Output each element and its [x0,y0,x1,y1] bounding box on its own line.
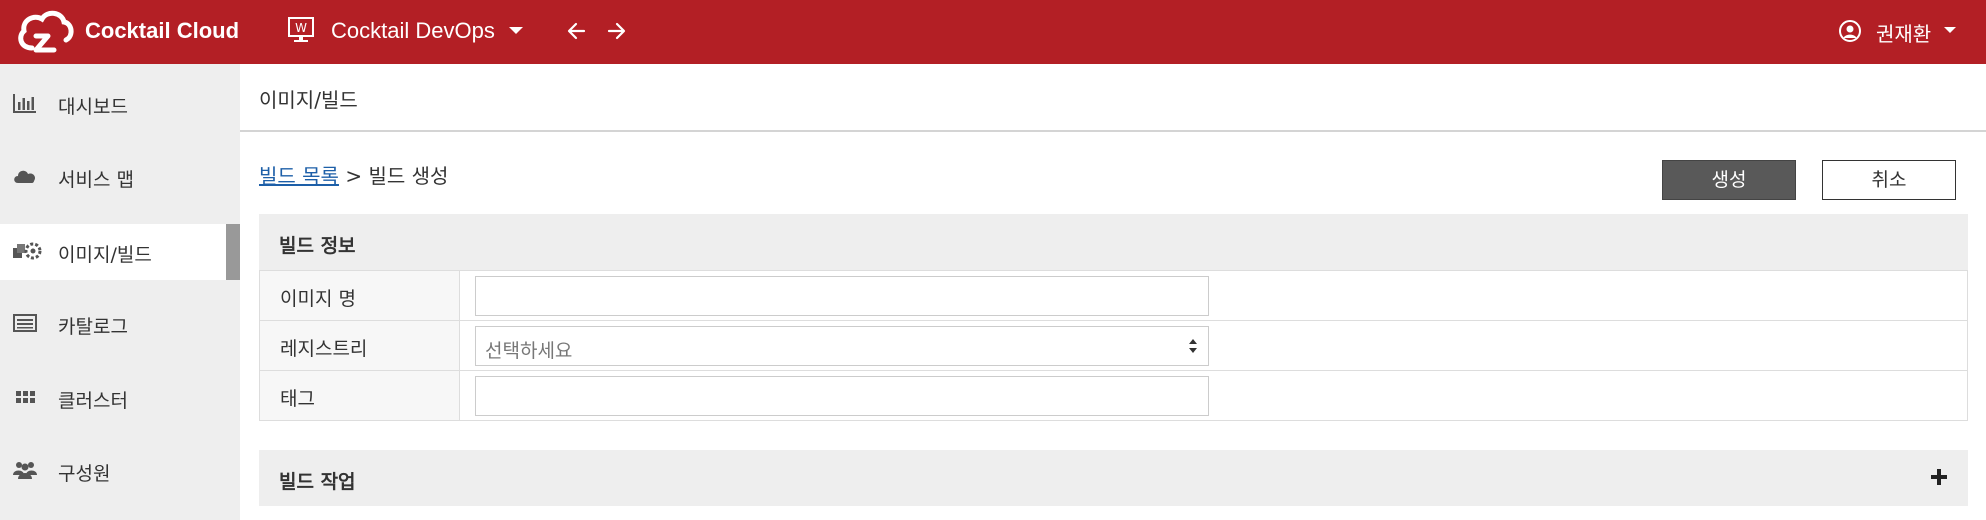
image-name-input[interactable] [475,276,1209,316]
form-row-registry: 레지스트리 선택하세요 [260,320,1967,370]
sidebar: 대시보드 서비스 맵 이미지/빌드 카탈로그 클러스터 구성원 [0,64,240,520]
sidebar-item-label: 클러스터 [58,390,128,412]
image-name-label: 이미지 명 [280,288,356,310]
sidebar-item-label: 구성원 [58,463,111,485]
workspace-icon[interactable]: W [287,16,315,44]
cocktail-cloud-logo-icon[interactable] [14,6,74,58]
back-arrow-icon[interactable] [562,16,592,46]
cloud-icon [14,170,36,183]
form-row-tag: 태그 [260,370,1967,420]
breadcrumb-build-list-link[interactable]: 빌드 목록 [259,164,339,188]
page-title: 이미지/빌드 [259,88,358,112]
bar-chart-icon [13,94,36,113]
registry-label: 레지스트리 [280,338,368,360]
sidebar-item-members[interactable]: 구성원 [0,443,240,499]
registry-label-cell: 레지스트리 [260,321,460,370]
build-tasks-title: 빌드 작업 [279,471,356,493]
page-header: 이미지/빌드 [240,64,1986,132]
add-build-task-icon[interactable] [1930,468,1948,486]
form-row-image-name: 이미지 명 [260,270,1967,320]
grid-icon [16,391,35,403]
sidebar-item-service-map[interactable]: 서비스 맵 [0,149,240,205]
cancel-button[interactable]: 취소 [1822,160,1956,200]
sidebar-item-dashboard[interactable]: 대시보드 [0,76,240,132]
forward-arrow-icon[interactable] [601,16,631,46]
create-button[interactable]: 생성 [1662,160,1796,200]
sidebar-item-catalog[interactable]: 카탈로그 [0,296,240,352]
workspace-selector[interactable]: Cocktail DevOps [331,18,495,44]
user-avatar-icon[interactable] [1838,19,1862,43]
sidebar-item-cluster[interactable]: 클러스터 [0,370,240,426]
image-name-label-cell: 이미지 명 [260,271,460,320]
build-info-title: 빌드 정보 [279,235,356,257]
brand-name[interactable]: Cocktail Cloud [85,18,239,44]
breadcrumb-separator: > [345,164,363,188]
workspace-dropdown-icon[interactable] [509,27,523,34]
user-menu[interactable]: 권재환 [1876,18,1931,47]
tag-input[interactable] [475,376,1209,416]
build-tasks-header[interactable]: 빌드 작업 [259,450,1968,506]
select-updown-icon [1189,339,1197,353]
sidebar-item-label: 서비스 맵 [58,169,134,191]
registry-select-placeholder: 선택하세요 [485,340,573,362]
users-icon [13,462,37,479]
tag-label: 태그 [280,388,315,410]
registry-select[interactable]: 선택하세요 [475,326,1209,366]
sidebar-item-image-build[interactable]: 이미지/빌드 [0,224,240,280]
build-info-header: 빌드 정보 [259,214,1968,270]
sidebar-item-label: 대시보드 [58,96,128,118]
catalog-icon [13,314,37,332]
top-navbar: Cocktail Cloud W Cocktail DevOps 권재환 [0,0,1986,64]
breadcrumb-current: 빌드 생성 [368,164,449,188]
gears-icon [13,242,42,260]
build-info-form: 이미지 명 레지스트리 선택하세요 태그 [259,270,1968,421]
user-dropdown-icon[interactable] [1944,27,1956,33]
sidebar-item-label: 카탈로그 [58,316,128,338]
active-indicator [226,224,240,280]
tag-label-cell: 태그 [260,371,460,420]
workspace-icon-letter: W [295,21,307,35]
breadcrumb: 빌드 목록 > 빌드 생성 [259,160,448,189]
sidebar-item-label: 이미지/빌드 [58,244,152,266]
